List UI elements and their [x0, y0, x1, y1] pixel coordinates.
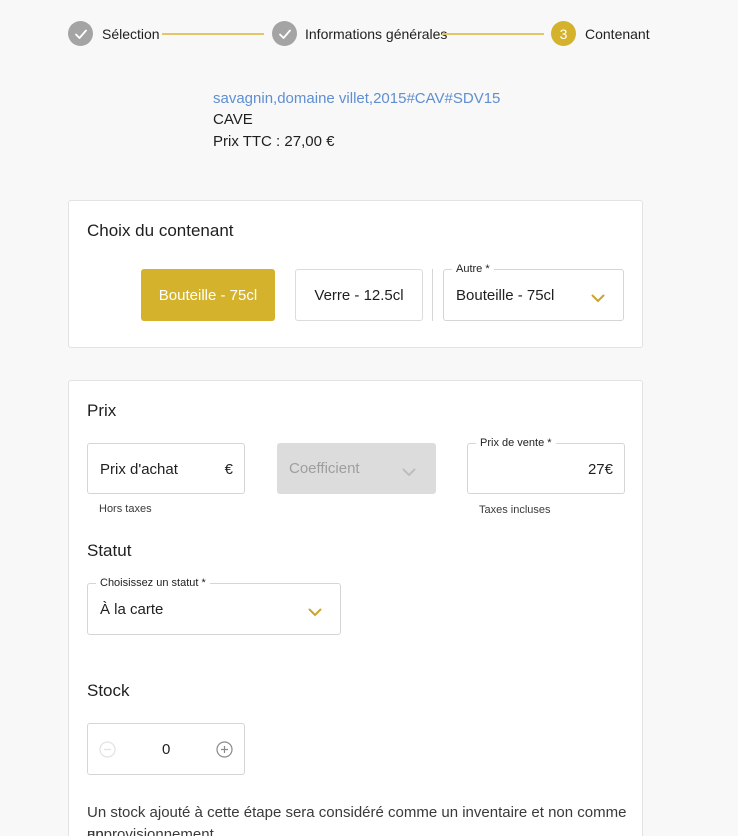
other-select-value: Bouteille - 75cl — [456, 287, 555, 304]
plus-circle-icon[interactable] — [216, 741, 233, 763]
status-title: Statut — [87, 541, 132, 560]
sale-price-label: Prix de vente * — [476, 436, 556, 450]
purchase-price-input[interactable]: Prix d'achat € — [87, 443, 245, 494]
divider — [432, 269, 433, 321]
container-card-title: Choix du contenant — [87, 221, 234, 240]
stock-stepper[interactable]: 0 — [87, 723, 245, 775]
option-bouteille-button[interactable]: Bouteille - 75cl — [141, 269, 275, 321]
step-1-label[interactable]: Sélection — [102, 26, 160, 42]
status-select-label: Choisissez un statut * — [96, 576, 210, 590]
purchase-price-helper: Hors taxes — [99, 503, 152, 515]
stock-title: Stock — [87, 681, 130, 700]
step-2-label[interactable]: Informations générales — [305, 26, 447, 42]
chevron-down-icon — [402, 464, 416, 482]
stock-note-line-2: approvisionnement. — [87, 826, 218, 836]
option-verre-button[interactable]: Verre - 12.5cl — [295, 269, 423, 321]
container-card: Choix du contenant Bouteille - 75cl Verr… — [68, 200, 643, 348]
status-select[interactable]: Choisissez un statut * À la carte — [87, 576, 341, 635]
step-connector — [442, 33, 544, 35]
step-3-number: 3 — [551, 21, 576, 46]
price-card-title: Prix — [87, 401, 117, 420]
step-connector — [162, 33, 264, 35]
step-3-label: Contenant — [585, 26, 650, 42]
coefficient-placeholder: Coefficient — [289, 460, 360, 477]
coefficient-select[interactable]: Coefficient — [277, 443, 436, 494]
product-name[interactable]: savagnin,domaine villet,2015#CAV#SDV15 — [213, 90, 500, 107]
chevron-down-icon — [308, 604, 322, 622]
step-1-check-icon — [68, 21, 93, 46]
product-category: CAVE — [213, 111, 253, 128]
sale-price-helper: Taxes incluses — [479, 504, 551, 516]
chevron-down-icon — [591, 290, 605, 308]
purchase-price-placeholder: Prix d'achat — [100, 461, 178, 478]
price-card: Prix Prix d'achat € Hors taxes Coefficie… — [68, 380, 643, 836]
minus-circle-icon[interactable] — [99, 741, 116, 763]
euro-suffix: € — [224, 461, 233, 478]
sale-price-value: 27€ — [587, 461, 613, 478]
other-select-label: Autre * — [452, 262, 494, 276]
sale-price-input[interactable]: Prix de vente * 27€ — [467, 436, 625, 494]
other-container-select[interactable]: Autre * Bouteille - 75cl — [443, 262, 624, 321]
status-select-value: À la carte — [100, 601, 164, 618]
stock-value: 0 — [162, 741, 171, 758]
step-2-check-icon — [272, 21, 297, 46]
product-price: Prix TTC : 27,00 € — [213, 133, 335, 150]
